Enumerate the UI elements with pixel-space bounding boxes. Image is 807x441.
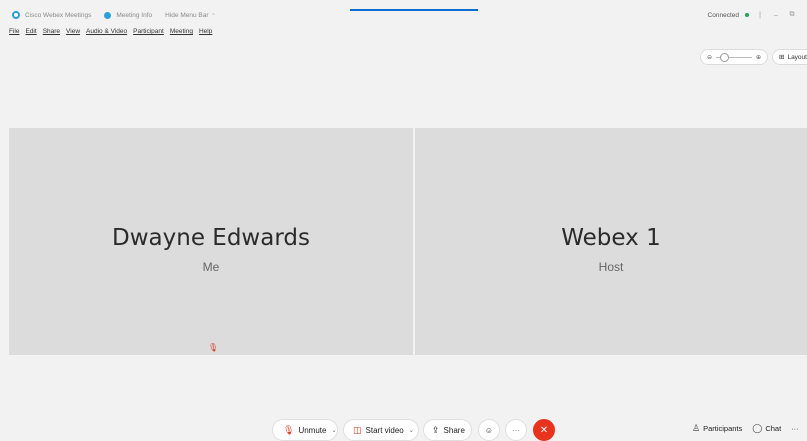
connection-status-dot-icon <box>745 13 749 17</box>
end-meeting-button[interactable]: ✕ <box>533 419 555 441</box>
more-options-button[interactable]: ··· <box>505 419 527 441</box>
menu-file[interactable]: File <box>9 28 19 35</box>
chevron-down-icon[interactable]: ⌄ <box>331 427 336 434</box>
hide-menu-bar-label: Hide Menu Bar <box>165 11 209 19</box>
menu-share[interactable]: Share <box>43 28 60 35</box>
participant-name: Webex 1 <box>561 225 661 251</box>
restore-button[interactable]: ⧉ <box>787 11 797 19</box>
layout-icon: ⊞ <box>779 54 785 61</box>
app-title: Cisco Webex Meetings <box>25 11 92 19</box>
window-divider: | <box>759 11 761 19</box>
participants-label: Participants <box>703 424 743 433</box>
menu-edit[interactable]: Edit <box>25 28 36 35</box>
participant-role: Host <box>598 260 624 274</box>
title-right: Connected | – ⧉ <box>708 11 797 19</box>
connection-status: Connected <box>707 11 739 19</box>
menu-bar: File Edit Share View Audio & Video Parti… <box>9 28 212 35</box>
meeting-info-icon[interactable] <box>104 11 112 19</box>
menu-participant[interactable]: Participant <box>133 28 164 35</box>
share-button[interactable]: ⇪ Share <box>423 419 472 441</box>
participant-role: Me <box>202 260 220 274</box>
chat-icon: ◯ <box>752 423 763 433</box>
webex-logo-icon <box>12 11 20 19</box>
menu-view[interactable]: View <box>66 28 80 35</box>
right-toolbar: ♙ Participants ◯ Chat ··· <box>692 423 799 434</box>
participants-icon: ♙ <box>692 423 701 433</box>
menu-meeting[interactable]: Meeting <box>170 28 193 35</box>
close-icon: ✕ <box>539 424 549 436</box>
reactions-button[interactable]: ☺ <box>478 419 500 441</box>
share-label: Share <box>443 425 465 435</box>
zoom-slider[interactable] <box>716 52 752 62</box>
title-left: Cisco Webex Meetings Meeting Info Hide M… <box>12 11 216 19</box>
video-off-icon: ◫ <box>353 424 362 435</box>
zoom-control[interactable]: ⊖ ⊕ <box>700 49 768 65</box>
hide-menu-bar-button[interactable]: Hide Menu Bar ⌃ <box>165 12 215 19</box>
unmute-button[interactable]: 🎙 Unmute ⌄ <box>272 419 338 441</box>
chat-button[interactable]: ◯ Chat <box>752 423 781 434</box>
start-video-label: Start video <box>365 425 404 435</box>
title-bar: Cisco Webex Meetings Meeting Info Hide M… <box>0 8 807 25</box>
share-icon: ⇪ <box>432 424 440 435</box>
layout-label: Layout <box>787 53 807 61</box>
muted-mic-icon: 🎙 <box>208 343 219 352</box>
emoji-icon: ☺ <box>484 425 494 435</box>
layout-button[interactable]: ⊞ Layout <box>772 49 807 65</box>
zoom-out-icon[interactable]: ⊖ <box>707 54 712 61</box>
chevron-up-icon: ⌃ <box>211 12 216 19</box>
menu-help[interactable]: Help <box>199 28 212 35</box>
video-pane-self[interactable]: Dwayne Edwards Me 🎙 <box>9 128 413 355</box>
chat-label: Chat <box>765 424 782 433</box>
start-video-button[interactable]: ◫ Start video ⌄ <box>343 419 419 441</box>
participants-button[interactable]: ♙ Participants <box>692 423 742 434</box>
overflow-menu-button[interactable]: ··· <box>791 424 799 433</box>
meeting-info-link[interactable]: Meeting Info <box>116 12 152 19</box>
minimize-button[interactable]: – <box>771 12 781 19</box>
more-icon: ··· <box>512 425 520 435</box>
menu-audio-video[interactable]: Audio & Video <box>86 28 127 35</box>
zoom-in-icon[interactable]: ⊕ <box>756 54 761 61</box>
zoom-slider-handle[interactable] <box>720 52 730 62</box>
participant-name: Dwayne Edwards <box>112 225 310 251</box>
unmute-label: Unmute <box>298 425 327 435</box>
muted-mic-icon: 🎙 <box>283 424 295 435</box>
chevron-down-icon[interactable]: ⌄ <box>409 427 414 434</box>
video-pane-host[interactable]: Webex 1 Host <box>415 128 807 355</box>
